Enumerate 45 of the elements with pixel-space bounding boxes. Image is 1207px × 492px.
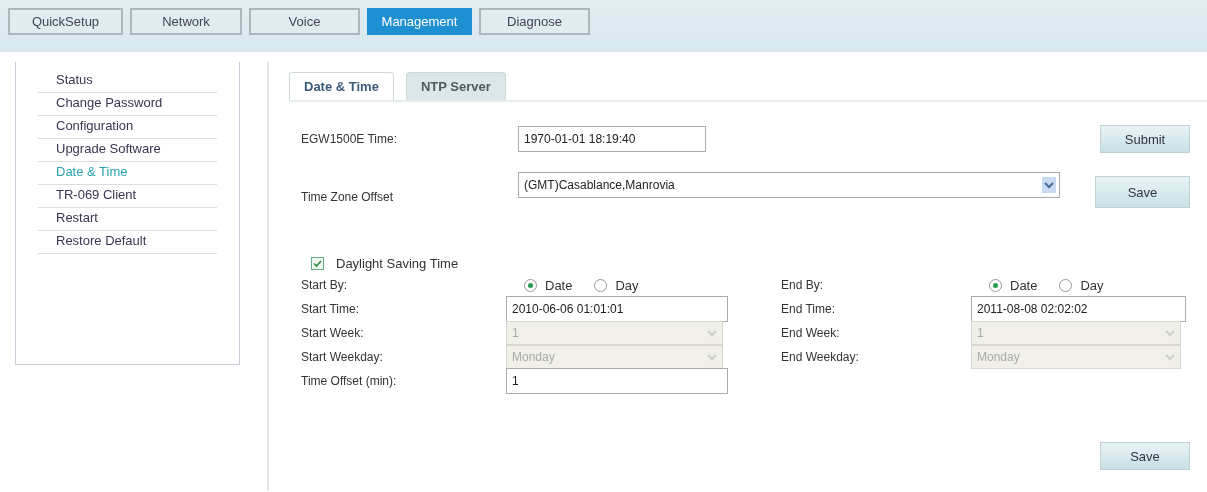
radio-icon[interactable] <box>989 278 1002 292</box>
radio-option[interactable]: Date <box>524 277 573 293</box>
text-field[interactable]: 2010-06-06 01:01:01 <box>506 296 728 322</box>
field-label: Start Week: <box>301 326 365 340</box>
tab[interactable]: NTP Server <box>405 72 506 100</box>
caret-icon <box>1042 177 1056 193</box>
sidebar-item[interactable]: Restore Default <box>38 231 217 254</box>
nav-tab[interactable]: Diagnose <box>479 8 590 35</box>
sidebar-item[interactable]: Upgrade Software <box>38 139 217 162</box>
radio-icon[interactable] <box>524 278 537 292</box>
radio-icon[interactable] <box>594 278 608 292</box>
checkbox[interactable] <box>311 256 324 270</box>
sidebar-item[interactable]: Change Password <box>38 93 217 116</box>
checkbox-label: Daylight Saving Time <box>336 255 460 271</box>
save-button[interactable]: Save <box>1095 176 1190 208</box>
nav-tab[interactable]: Voice <box>249 8 360 35</box>
text-field[interactable]: 2011-08-08 02:02:02 <box>971 296 1186 322</box>
save-button[interactable]: Save <box>1100 442 1190 470</box>
check-icon <box>313 258 322 268</box>
text-field[interactable]: 1 <box>506 368 728 394</box>
nav-tab[interactable]: Network <box>130 8 242 35</box>
radio-option[interactable]: Day <box>594 277 639 293</box>
field-label: EGW1500E Time: <box>301 132 399 146</box>
sidebar-item[interactable]: Status <box>38 70 217 93</box>
radio-option[interactable]: Date <box>989 277 1038 293</box>
nav-tab[interactable]: Management <box>367 8 472 35</box>
time-field[interactable]: 1970-01-01 18:19:40 <box>518 126 706 152</box>
field-label: End By: <box>781 278 825 292</box>
field-label: End Time: <box>781 302 837 316</box>
field-label: Time Offset (min): <box>301 374 398 388</box>
timezone-select[interactable]: (GMT)Casablance,Manrovia <box>518 172 1060 198</box>
field-label: Time Zone Offset <box>301 190 395 204</box>
field-label: Start By: <box>301 278 348 292</box>
field-label: Start Weekday: <box>301 350 384 364</box>
sidebar-item[interactable]: Configuration <box>38 116 217 139</box>
nav-tab[interactable]: QuickSetup <box>8 8 123 35</box>
radio-icon[interactable] <box>1059 278 1073 292</box>
field-label: Start Time: <box>301 302 360 316</box>
field-label: End Week: <box>781 326 841 340</box>
sidebar-item[interactable]: TR-069 Client <box>38 185 217 208</box>
submit-button[interactable]: Submit <box>1100 125 1190 153</box>
radio-option[interactable]: Day <box>1059 277 1104 293</box>
sidebar-item[interactable]: Restart <box>38 208 217 231</box>
field-label: End Weekday: <box>781 350 860 364</box>
tab[interactable]: Date & Time <box>289 72 394 100</box>
